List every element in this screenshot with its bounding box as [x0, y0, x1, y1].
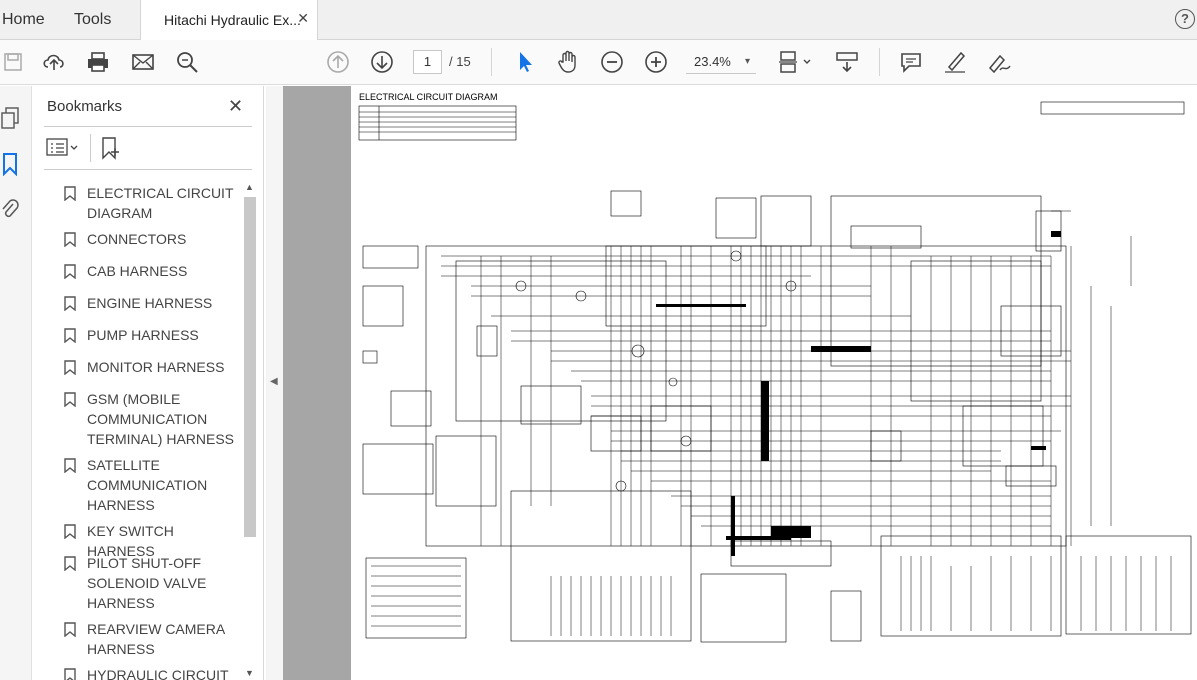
bookmark-icon [64, 556, 76, 571]
toolbar-divider [879, 48, 880, 76]
bookmark-label: REARVIEW CAMERA HARNESS [87, 621, 225, 657]
bookmark-label: PILOT SHUT-OFF SOLENOID VALVE HARNESS [87, 555, 207, 611]
mail-icon[interactable] [130, 49, 156, 75]
chevron-left-icon[interactable]: ◀ [270, 376, 278, 387]
zoom-out-icon[interactable] [599, 49, 625, 75]
page-total: / 15 [449, 54, 471, 69]
bookmark-label: CONNECTORS [87, 231, 187, 247]
bookmark-icon [64, 186, 76, 201]
bookmark-icon [64, 458, 76, 473]
bookmark-panel-icon[interactable] [0, 152, 20, 177]
fit-page-icon[interactable] [777, 49, 813, 75]
bookmark-icon [64, 264, 76, 279]
pen-icon[interactable] [942, 49, 968, 75]
chevron-down-icon: ▾ [744, 56, 750, 67]
zoom-in-icon[interactable] [643, 49, 669, 75]
bookmark-list: ELECTRICAL CIRCUIT DIAGRAM CONNECTORS CA… [46, 182, 242, 680]
bookmark-icon [64, 524, 76, 539]
save-icon[interactable] [0, 49, 26, 75]
arrow-up-circle-icon[interactable] [325, 49, 351, 75]
tab-document[interactable]: Hitachi Hydraulic Ex... ✕ [140, 0, 318, 40]
bookmark-scrollbar[interactable]: ▲ ▼ [244, 182, 256, 680]
toolbar-divider [90, 134, 91, 162]
document-viewer[interactable]: ELECTRICAL CIRCUIT DIAGRAM [283, 86, 1197, 680]
divider [44, 126, 252, 127]
bookmark-label: ELECTRICAL CIRCUIT DIAGRAM [87, 185, 234, 221]
bookmark-label: MONITOR HARNESS [87, 359, 225, 375]
bookmark-icon [64, 360, 76, 375]
sign-icon[interactable] [986, 49, 1012, 75]
tab-document-title: Hitachi Hydraulic Ex... [164, 12, 301, 28]
panel-collapse-handle[interactable]: ◀ [266, 86, 283, 680]
help-icon[interactable]: ? [1175, 9, 1195, 29]
scroll-mode-icon[interactable] [834, 49, 860, 75]
bookmark-label: CAB HARNESS [87, 263, 188, 279]
toolbar: 1 / 15 23.4% ▾ [0, 40, 1197, 85]
chevron-up-icon[interactable]: ▲ [245, 182, 254, 192]
page-number-input[interactable]: 1 [413, 50, 442, 74]
bookmark-label: SATELLITE COMMUNICATION HARNESS [87, 457, 208, 513]
options-menu-icon[interactable] [46, 137, 82, 159]
bookmark-icon [64, 232, 76, 247]
bookmarks-title: Bookmarks [47, 98, 123, 115]
bookmark-label: GSM (MOBILE COMMUNICATION TERMINAL) HARN… [87, 391, 235, 447]
bookmarks-panel: Bookmarks ✕ ELECTRICAL CIRCUIT DIAGRAM C… [32, 86, 264, 680]
new-bookmark-icon[interactable] [100, 136, 122, 160]
pdf-page: ELECTRICAL CIRCUIT DIAGRAM [351, 86, 1197, 680]
comment-icon[interactable] [898, 49, 924, 75]
paperclip-icon[interactable] [0, 198, 20, 222]
left-nav-rail [0, 86, 32, 680]
tab-tools[interactable]: Tools [74, 0, 111, 40]
bookmark-label: HYDRAULIC CIRCUIT [87, 667, 229, 680]
bookmark-icon [64, 296, 76, 311]
chevron-down-icon[interactable]: ▼ [245, 668, 254, 678]
toolbar-divider [491, 48, 492, 76]
arrow-down-circle-icon[interactable] [369, 49, 395, 75]
circuit-diagram-image [358, 101, 1192, 643]
page-thumbnails-icon[interactable] [0, 106, 20, 130]
divider [44, 169, 252, 170]
zoom-select[interactable]: 23.4% ▾ [686, 50, 756, 74]
tab-home[interactable]: Home [2, 0, 45, 40]
hand-icon[interactable] [555, 49, 581, 75]
scrollbar-thumb[interactable] [244, 197, 256, 537]
cursor-arrow-icon[interactable] [512, 49, 538, 75]
bookmark-icon [64, 328, 76, 343]
bookmark-label: PUMP HARNESS [87, 327, 199, 343]
zoom-value: 23.4% [694, 54, 731, 69]
search-icon[interactable] [174, 49, 200, 75]
tab-bar: Home Tools Hitachi Hydraulic Ex... ✕ ? [0, 0, 1197, 40]
print-icon[interactable] [85, 49, 111, 75]
bookmark-icon [64, 622, 76, 637]
bookmark-label: ENGINE HARNESS [87, 295, 213, 311]
bookmark-icon [64, 668, 76, 680]
close-icon[interactable]: ✕ [228, 96, 243, 117]
bookmark-icon [64, 392, 76, 407]
close-icon[interactable]: ✕ [297, 10, 309, 27]
cloud-upload-icon[interactable] [41, 49, 67, 75]
